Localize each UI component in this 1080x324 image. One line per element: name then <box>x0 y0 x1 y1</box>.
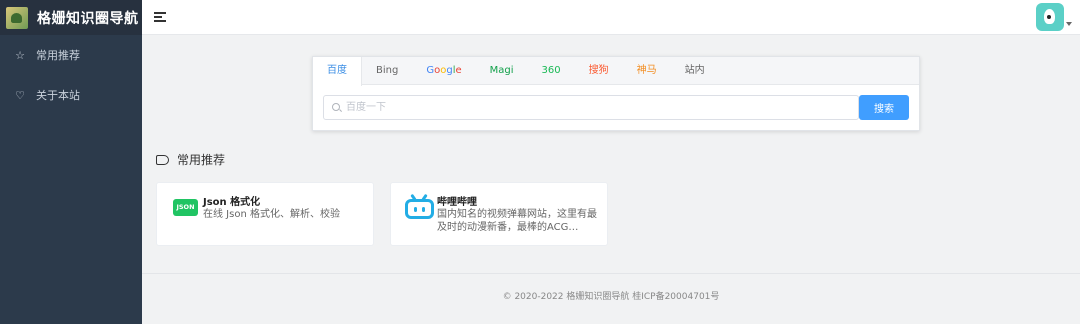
site-card-bilibili[interactable]: 哔哩哔哩 国内知名的视频弹幕网站，这里有最及时的动漫新番，最棒的ACG… <box>390 182 608 246</box>
card-title: 哔哩哔哩 <box>437 197 477 208</box>
sidebar-item-recommend[interactable]: ☆ 常用推荐 <box>0 35 142 75</box>
star-icon: ☆ <box>15 48 25 62</box>
section-heading: 常用推荐 <box>156 151 225 168</box>
section-title: 常用推荐 <box>177 153 226 167</box>
tab-sogou[interactable]: 搜狗 <box>575 57 623 85</box>
search-button[interactable]: 搜索 <box>859 95 909 120</box>
tag-icon <box>156 154 169 165</box>
bilibili-icon <box>405 193 434 219</box>
top-bar <box>142 0 1080 35</box>
tab-360[interactable]: 360 <box>528 57 575 85</box>
tab-shenma[interactable]: 神马 <box>623 57 671 85</box>
avatar[interactable] <box>1036 3 1064 31</box>
sidebar-item-label: 关于本站 <box>36 89 80 102</box>
brand-logo-icon <box>6 6 28 29</box>
card-description: 国内知名的视频弹幕网站，这里有最及时的动漫新番，最棒的ACG… <box>437 209 597 233</box>
tab-site[interactable]: 站内 <box>671 57 719 85</box>
chevron-down-icon[interactable] <box>1066 22 1072 26</box>
tab-baidu[interactable]: 百度 <box>313 57 362 86</box>
card-description: 在线 Json 格式化、解析、校验 <box>203 209 340 220</box>
tab-google[interactable]: Google <box>412 57 475 85</box>
search-panel: 百度 Bing Google Magi 360 搜狗 神马 站内 搜索 <box>312 56 920 131</box>
menu-fold-icon[interactable] <box>154 12 166 22</box>
search-row: 搜索 <box>323 95 909 120</box>
heart-icon: ♡ <box>15 88 25 102</box>
footer: © 2020-2022 格姗知识圈导航 桂ICP备20004701号 <box>142 273 1080 324</box>
search-input[interactable] <box>346 96 846 119</box>
card-title: Json 格式化 <box>203 197 261 208</box>
sidebar: 格姗知识圈导航 ☆ 常用推荐 ♡ 关于本站 <box>0 0 142 324</box>
brand-logo-bar[interactable]: 格姗知识圈导航 <box>0 0 142 35</box>
footer-text: © 2020-2022 格姗知识圈导航 桂ICP备20004701号 <box>502 292 720 302</box>
search-engine-tabs: 百度 Bing Google Magi 360 搜狗 神马 站内 <box>313 57 919 86</box>
search-box[interactable] <box>323 95 859 120</box>
sidebar-item-label: 常用推荐 <box>36 49 80 62</box>
search-icon <box>332 103 340 111</box>
sidebar-item-about[interactable]: ♡ 关于本站 <box>0 75 142 115</box>
json-icon: JSON <box>173 199 198 216</box>
brand-title: 格姗知识圈导航 <box>37 10 139 27</box>
site-card-json[interactable]: JSON Json 格式化 在线 Json 格式化、解析、校验 <box>156 182 374 246</box>
tab-magi[interactable]: Magi <box>476 57 528 85</box>
tab-bing[interactable]: Bing <box>362 57 412 85</box>
